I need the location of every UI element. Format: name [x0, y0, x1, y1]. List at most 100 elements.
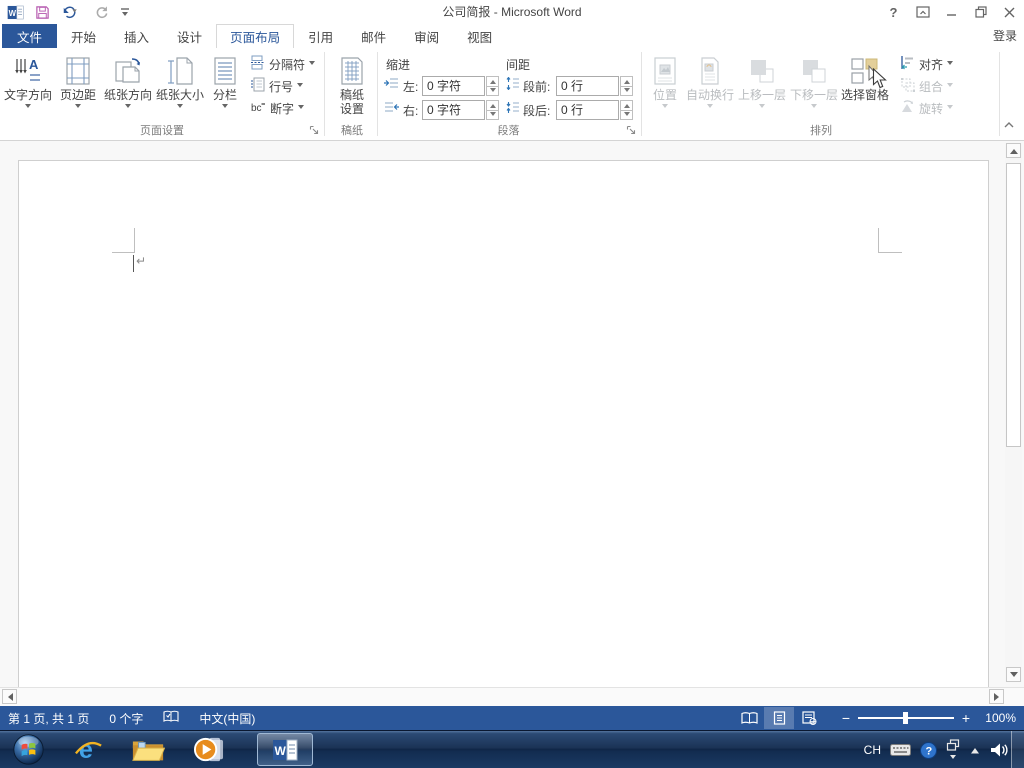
group-page-setup: A 文字方向 页边距 纸张方向 纸张大小 分栏 分隔符 行号 bc 断字 页面设…	[2, 48, 322, 140]
start-button[interactable]	[9, 733, 47, 767]
volume-icon[interactable]	[990, 742, 1008, 758]
chevron-down-icon	[947, 105, 954, 112]
collapse-ribbon-button[interactable]	[1003, 116, 1015, 134]
spacing-before-input[interactable]: 0 行	[556, 76, 619, 96]
scroll-right-button[interactable]	[989, 689, 1004, 704]
hyphenation-icon: bc	[250, 99, 266, 117]
zoom-out-button[interactable]: −	[838, 710, 854, 726]
zoom-slider[interactable]	[858, 712, 954, 724]
breaks-button[interactable]: 分隔符	[250, 53, 316, 75]
size-button[interactable]: 纸张大小	[154, 51, 206, 121]
chevron-down-icon	[947, 83, 954, 90]
customize-quick-access-icon[interactable]	[120, 6, 130, 18]
breaks-icon	[250, 55, 265, 73]
zoom-level[interactable]: 100%	[974, 711, 1016, 725]
align-button[interactable]: 对齐	[900, 53, 954, 75]
minimize-button[interactable]	[937, 1, 966, 23]
chevron-down-icon	[309, 61, 316, 68]
keyboard-layout-icon[interactable]	[890, 743, 911, 757]
sign-in-link[interactable]: 登录	[993, 24, 1017, 48]
zoom-slider-thumb[interactable]	[903, 712, 908, 724]
undo-button[interactable]	[61, 5, 83, 20]
help-button[interactable]: ?	[879, 1, 908, 23]
text-direction-button[interactable]: A 文字方向	[2, 51, 54, 121]
paragraph-dialog-launcher[interactable]	[625, 124, 637, 136]
chevron-down-icon	[811, 104, 817, 111]
input-language-indicator[interactable]: CH	[864, 743, 881, 757]
save-button[interactable]	[35, 5, 50, 20]
word-count[interactable]: 0 个字	[109, 710, 143, 727]
media-player-icon[interactable]	[189, 733, 227, 767]
taskbar-word-button[interactable]: W	[257, 733, 313, 766]
columns-button[interactable]: 分栏	[206, 51, 244, 121]
manuscript-setup-button[interactable]: 稿纸设置	[329, 51, 375, 121]
document-page[interactable]	[18, 160, 989, 688]
group-label-page-setup: 页面设置	[140, 125, 184, 137]
page-indicator[interactable]: 第 1 页, 共 1 页	[8, 710, 89, 727]
rotate-button: 旋转	[900, 97, 954, 119]
spacing-before-spinner[interactable]	[620, 76, 633, 96]
spacing-header: 间距	[506, 58, 531, 72]
web-layout-button[interactable]	[794, 707, 824, 729]
status-bar: 第 1 页, 共 1 页 0 个字 中文(中国) − + 100%	[0, 706, 1024, 730]
size-icon	[166, 54, 194, 88]
indent-left-icon	[384, 77, 399, 95]
proofing-status-icon[interactable]	[163, 710, 179, 727]
chevron-down-icon	[707, 104, 713, 111]
scroll-up-button[interactable]	[1006, 143, 1021, 158]
bring-forward-button: 上移一层	[736, 51, 788, 121]
indent-left-spinner[interactable]	[486, 76, 499, 96]
ribbon-tab-row: 文件 开始 插入 设计 页面布局 引用 邮件 审阅 视图 登录	[0, 24, 1024, 48]
scroll-down-button[interactable]	[1006, 667, 1021, 682]
tab-page-layout[interactable]: 页面布局	[216, 24, 295, 48]
tab-home[interactable]: 开始	[57, 24, 110, 48]
vertical-scrollbar-thumb[interactable]	[1006, 163, 1021, 447]
chevron-down-icon	[177, 104, 183, 111]
chevron-down-icon	[662, 104, 668, 111]
tab-view[interactable]: 视图	[453, 24, 506, 48]
spacing-after-spinner[interactable]	[620, 100, 633, 120]
tab-review[interactable]: 审阅	[400, 24, 453, 48]
restore-button[interactable]	[966, 1, 995, 23]
window-controls: ?	[879, 1, 1024, 23]
send-backward-icon	[800, 54, 828, 88]
window-tray-icon[interactable]	[946, 739, 960, 761]
print-layout-button[interactable]	[764, 707, 794, 729]
spacing-before-icon	[506, 76, 520, 95]
zoom-in-button[interactable]: +	[958, 710, 974, 726]
file-explorer-icon[interactable]	[129, 733, 167, 767]
line-numbers-button[interactable]: 行号	[250, 75, 315, 97]
tab-mailings[interactable]: 邮件	[347, 24, 400, 48]
indent-right-input[interactable]: 0 字符	[422, 100, 485, 120]
indent-right-spinner[interactable]	[486, 100, 499, 120]
tab-design[interactable]: 设计	[163, 24, 216, 48]
indent-header: 缩进	[386, 58, 411, 72]
redo-button[interactable]	[94, 5, 109, 20]
indent-left-input[interactable]: 0 字符	[422, 76, 485, 96]
internet-explorer-icon[interactable]: e	[69, 733, 107, 767]
scroll-left-button[interactable]	[2, 689, 17, 704]
spacing-after-input[interactable]: 0 行	[556, 100, 619, 120]
hyphenation-button[interactable]: bc 断字	[250, 97, 315, 119]
read-mode-button[interactable]	[734, 707, 764, 729]
close-button[interactable]	[995, 1, 1024, 23]
svg-text:e: e	[78, 736, 92, 764]
margins-button[interactable]: 页边距	[54, 51, 102, 121]
tab-references[interactable]: 引用	[294, 24, 347, 48]
show-hidden-icons-button[interactable]	[969, 746, 981, 755]
show-desktop-button[interactable]	[1011, 731, 1024, 768]
help-tray-icon[interactable]: ?	[920, 741, 937, 759]
page-setup-dialog-launcher[interactable]	[308, 124, 320, 136]
svg-text:W: W	[9, 8, 17, 17]
group-objects-icon	[900, 77, 915, 95]
orientation-button[interactable]: 纸张方向	[102, 51, 154, 121]
horizontal-scrollbar[interactable]	[0, 687, 1024, 706]
ribbon-display-options-button[interactable]	[908, 1, 937, 23]
bring-forward-icon	[748, 54, 776, 88]
group-objects-button: 组合	[900, 75, 954, 97]
language-indicator[interactable]: 中文(中国)	[199, 710, 255, 727]
group-label-manuscript: 稿纸	[341, 125, 363, 137]
tab-insert[interactable]: 插入	[110, 24, 163, 48]
tab-file[interactable]: 文件	[2, 24, 58, 48]
vertical-scrollbar[interactable]	[1005, 143, 1022, 682]
